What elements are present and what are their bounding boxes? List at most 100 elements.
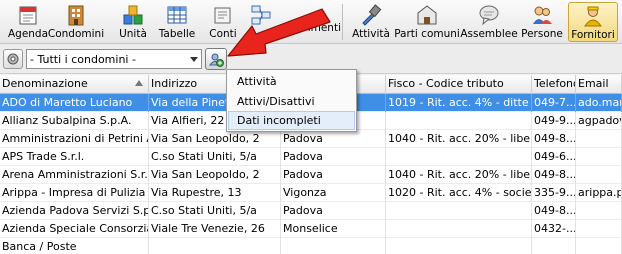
table-cell: [576, 148, 622, 166]
table-cell: [386, 202, 532, 220]
table-row[interactable]: Arena Amministrazioni S.r.l. Via San Leop…: [0, 166, 622, 184]
table-cell: [576, 166, 622, 184]
table-cell: 335-9...: [532, 184, 576, 202]
toolbar-unita-button[interactable]: Unità: [115, 2, 151, 42]
movements-icon: [250, 4, 272, 26]
gear-icon: [7, 53, 19, 65]
table-cell: 049-8...: [532, 130, 576, 148]
table-cell: C.so Stati Uniti, 5/a: [149, 202, 281, 220]
table-cell: 0432-...: [532, 220, 576, 238]
table-cell: [576, 220, 622, 238]
toolbar-tabelle-button[interactable]: Tabelle: [157, 2, 197, 42]
table-cell: [386, 112, 532, 130]
tools-icon: [360, 4, 382, 26]
table-cell: ado.maret: [576, 94, 622, 112]
table-cell: 1040 - Rit. acc. 20% - liberi p...: [386, 130, 532, 148]
table-cell: [532, 238, 576, 254]
toolbar-separator: [342, 4, 343, 40]
table-cell: C.so Stati Uniti, 5/a: [149, 148, 281, 166]
table-cell: Azienda Speciale Consorziale: [0, 220, 149, 238]
settings-button[interactable]: [3, 49, 23, 69]
table-cell: [576, 130, 622, 148]
table-cell: [576, 238, 622, 254]
toolbar-attivita-button[interactable]: Attività: [351, 2, 391, 42]
filter-menu-button[interactable]: [205, 48, 227, 70]
table-cell: arippa.pul: [576, 184, 622, 202]
table-cell: 1040 - Rit. acc. 20% - liberi p...: [386, 166, 532, 184]
main-toolbar: Agenda Condomini Unità Tabelle Conti Mov…: [0, 0, 622, 44]
table-row[interactable]: Amministrazioni di Petrini AndreaVia San…: [0, 130, 622, 148]
people-icon: [531, 4, 553, 26]
table-cell: Vigonza: [281, 184, 386, 202]
column-header-telefono[interactable]: Telefono: [532, 75, 576, 94]
sort-ascending-icon: [135, 80, 143, 86]
accounts-icon: [212, 4, 234, 26]
toolbar-conti-button[interactable]: Conti: [206, 2, 240, 42]
toolbar-movimenti-label: Movimenti: [286, 22, 341, 34]
toolbar-persone-label: Persone: [521, 28, 563, 40]
units-icon: [122, 4, 144, 26]
table-cell: Azienda Padova Servizi S.p.A.: [0, 202, 149, 220]
toolbar-assemblee-button[interactable]: Assemblee: [460, 2, 518, 42]
table-cell: Arippa - Impresa di Pulizia: [0, 184, 149, 202]
menu-item-attivi-disattivi[interactable]: Attivi/Disattivi: [228, 92, 355, 111]
building-icon: [65, 4, 87, 26]
table-cell: ADO di Maretto Luciano: [0, 94, 149, 112]
toolbar-agenda-button[interactable]: Agenda: [8, 2, 48, 42]
column-header-email[interactable]: Email: [576, 75, 622, 94]
table-cell: Arena Amministrazioni S.r.l.: [0, 166, 149, 184]
table-cell: Via Rupestre, 13: [149, 184, 281, 202]
table-cell: Padova: [281, 202, 386, 220]
toolbar-parti-comuni-label: Parti comuni: [394, 28, 460, 40]
table-cell: Padova: [281, 166, 386, 184]
toolbar-fornitori-button[interactable]: Fornitori: [568, 2, 618, 42]
toolbar-attivita-label: Attività: [352, 28, 390, 40]
toolbar-condomini-button[interactable]: Condomini: [48, 2, 104, 42]
column-header-fisco[interactable]: Fisco - Codice tributo: [386, 75, 532, 94]
suppliers-window: Agenda Condomini Unità Tabelle Conti Mov…: [0, 0, 622, 254]
table-row[interactable]: Azienda Padova Servizi S.p.A. C.so Stati …: [0, 202, 622, 220]
table-cell: [149, 238, 281, 254]
table-row[interactable]: APS Trade S.r.l. C.so Stati Uniti, 5/a Pad…: [0, 148, 622, 166]
column-header-denominazione[interactable]: Denominazione: [0, 75, 149, 94]
condominio-select[interactable]: - Tutti i condomini -: [26, 49, 202, 69]
table-cell: Via San Leopoldo, 2: [149, 130, 281, 148]
table-cell: APS Trade S.r.l.: [0, 148, 149, 166]
table-cell: 049-6...: [532, 148, 576, 166]
menu-item-dati-incompleti[interactable]: Dati incompleti: [228, 111, 355, 130]
toolbar-parti-comuni-button[interactable]: Parti comuni: [394, 2, 460, 42]
table-cell: 1019 - Rit. acc. 4% - ditte ind...: [386, 94, 532, 112]
condominio-select-value: - Tutti i condomini -: [30, 52, 136, 66]
toolbar-persone-button[interactable]: Persone: [520, 2, 564, 42]
table-cell: Amministrazioni di Petrini Andrea: [0, 130, 149, 148]
table-icon: [166, 4, 188, 26]
table-cell: [576, 202, 622, 220]
table-cell: Via San Leopoldo, 2: [149, 166, 281, 184]
filter-dropdown-menu: Attività Attivi/Disattivi Dati incomplet…: [226, 69, 357, 132]
table-cell: Allianz Subalpina S.p.A.: [0, 112, 149, 130]
table-cell: 1020 - Rit. acc. 4% - società ...: [386, 184, 532, 202]
table-cell: 049-9...: [532, 112, 576, 130]
table-row[interactable]: Arippa - Impresa di Pulizia Via Rupestre,…: [0, 184, 622, 202]
table-cell: [386, 220, 532, 238]
table-cell: agpadova: [576, 112, 622, 130]
menu-item-attivita[interactable]: Attività: [228, 72, 355, 91]
supplier-icon: [582, 5, 604, 27]
common-parts-icon: [416, 4, 438, 26]
toolbar-agenda-label: Agenda: [7, 28, 49, 40]
table-cell: 049-8...: [532, 202, 576, 220]
table-cell: 049-7...: [532, 94, 576, 112]
toolbar-unita-label: Unità: [119, 28, 147, 40]
table-cell: Banca / Poste: [0, 238, 149, 254]
toolbar-assemblee-label: Assemblee: [460, 28, 518, 40]
meeting-icon: [478, 4, 500, 26]
toolbar-movimenti-button[interactable]: Movimenti: [246, 2, 341, 42]
chevron-down-icon: [190, 57, 198, 62]
filter-person-icon: [209, 53, 224, 67]
table-cell: 049-8...: [532, 166, 576, 184]
table-cell: [281, 238, 386, 254]
table-cell: [386, 238, 532, 254]
table-row[interactable]: Banca / Poste: [0, 238, 622, 254]
toolbar-tabelle-label: Tabelle: [158, 28, 196, 40]
table-row[interactable]: Azienda Speciale Consorziale Viale Tre Ve…: [0, 220, 622, 238]
